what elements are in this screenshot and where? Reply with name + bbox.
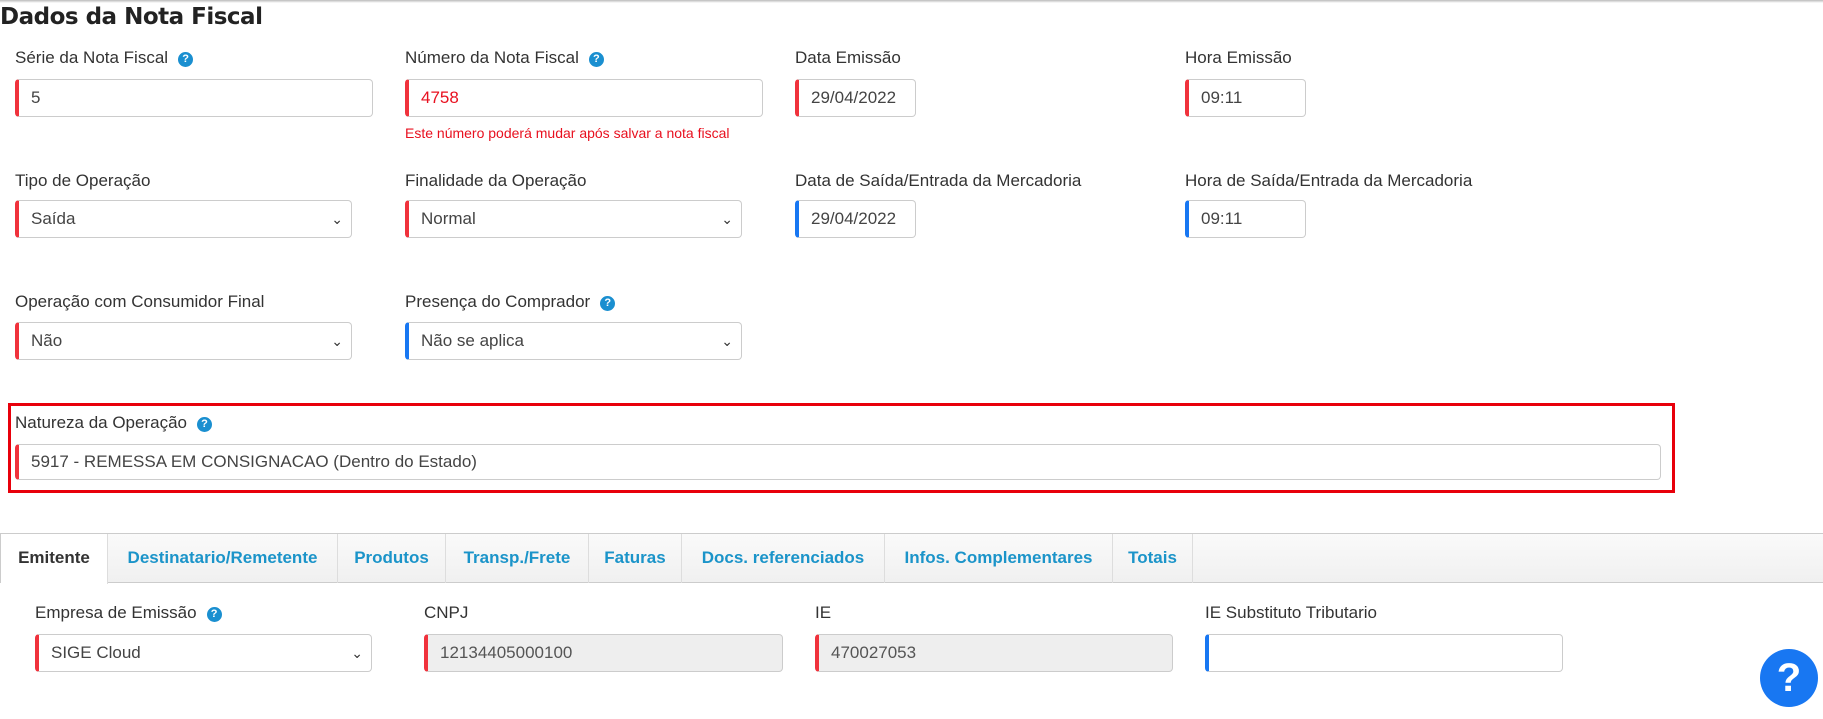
tab-docs-referenciados[interactable]: Docs. referenciados xyxy=(682,534,885,583)
cnpj-input[interactable]: 12134405000100 xyxy=(424,634,783,672)
tab-transp-frete[interactable]: Transp./Frete xyxy=(446,534,589,583)
tab-bar: Emitente Destinatario/Remetente Produtos… xyxy=(0,533,1823,584)
ie-st-label: IE Substituto Tributario xyxy=(1205,603,1377,622)
serie-label: Série da Nota Fiscal? xyxy=(15,48,194,68)
consumidor-final-label: Operação com Consumidor Final xyxy=(15,292,265,311)
data-emissao-input[interactable]: 29/04/2022 xyxy=(795,79,916,117)
page-title: Dados da Nota Fiscal xyxy=(0,4,263,30)
help-icon[interactable]: ? xyxy=(588,52,604,67)
help-icon[interactable]: ? xyxy=(178,52,194,67)
empresa-value: SIGE Cloud xyxy=(51,643,141,662)
tipo-operacao-value: Saída xyxy=(31,209,76,228)
tab-infos-complementares[interactable]: Infos. Complementares xyxy=(885,534,1113,583)
tab-produtos[interactable]: Produtos xyxy=(338,534,446,583)
presenca-value: Não se aplica xyxy=(421,331,525,350)
ie-st-input[interactable] xyxy=(1205,634,1563,672)
data-saida-label: Data de Saída/Entrada da Mercadoria xyxy=(795,171,1082,190)
data-saida-input[interactable]: 29/04/2022 xyxy=(795,200,916,238)
finalidade-label: Finalidade da Operação xyxy=(405,171,587,190)
presenca-select[interactable]: Não se aplica ⌄ xyxy=(405,322,742,360)
help-icon[interactable]: ? xyxy=(600,296,616,311)
hora-saida-input[interactable]: 09:11 xyxy=(1185,200,1306,238)
top-shadow xyxy=(0,0,1823,3)
chevron-down-icon: ⌄ xyxy=(721,333,733,349)
hora-saida-label: Hora de Saída/Entrada da Mercadoria xyxy=(1185,171,1473,190)
data-emissao-label: Data Emissão xyxy=(795,48,901,67)
numero-hint: Este número poderá mudar após salvar a n… xyxy=(405,125,730,141)
chevron-down-icon: ⌄ xyxy=(331,333,343,349)
presenca-label: Presença do Comprador? xyxy=(405,292,616,312)
chevron-down-icon: ⌄ xyxy=(721,211,733,227)
cnpj-label: CNPJ xyxy=(424,603,469,622)
help-icon[interactable]: ? xyxy=(197,417,212,432)
finalidade-value: Normal xyxy=(421,209,476,228)
numero-label: Número da Nota Fiscal? xyxy=(405,48,604,68)
tipo-operacao-select[interactable]: Saída ⌄ xyxy=(15,200,352,238)
hora-emissao-input[interactable]: 09:11 xyxy=(1185,79,1306,117)
ie-label: IE xyxy=(815,603,832,622)
chevron-down-icon: ⌄ xyxy=(331,211,343,227)
tipo-operacao-label: Tipo de Operação xyxy=(15,171,151,190)
help-icon[interactable]: ? xyxy=(206,607,222,622)
tab-emitente[interactable]: Emitente xyxy=(1,534,108,584)
tab-totais[interactable]: Totais xyxy=(1113,534,1193,583)
serie-input[interactable]: 5 xyxy=(15,79,373,117)
natureza-label: Natureza da Operação? xyxy=(15,413,212,433)
consumidor-final-value: Não xyxy=(31,331,63,350)
help-chat-button[interactable]: ? xyxy=(1760,649,1818,707)
tab-faturas[interactable]: Faturas xyxy=(589,534,682,583)
empresa-select[interactable]: SIGE Cloud ⌄ xyxy=(35,634,372,672)
tab-destinatario[interactable]: Destinatario/Remetente xyxy=(108,534,338,583)
consumidor-final-select[interactable]: Não ⌄ xyxy=(15,322,352,360)
hora-emissao-label: Hora Emissão xyxy=(1185,48,1292,67)
ie-input[interactable]: 470027053 xyxy=(815,634,1173,672)
numero-input[interactable]: 4758 xyxy=(405,79,763,117)
finalidade-select[interactable]: Normal ⌄ xyxy=(405,200,742,238)
natureza-input[interactable]: 5917 - REMESSA EM CONSIGNACAO (Dentro do… xyxy=(15,444,1661,480)
chevron-down-icon: ⌄ xyxy=(351,645,363,661)
empresa-label: Empresa de Emissão? xyxy=(35,603,222,623)
